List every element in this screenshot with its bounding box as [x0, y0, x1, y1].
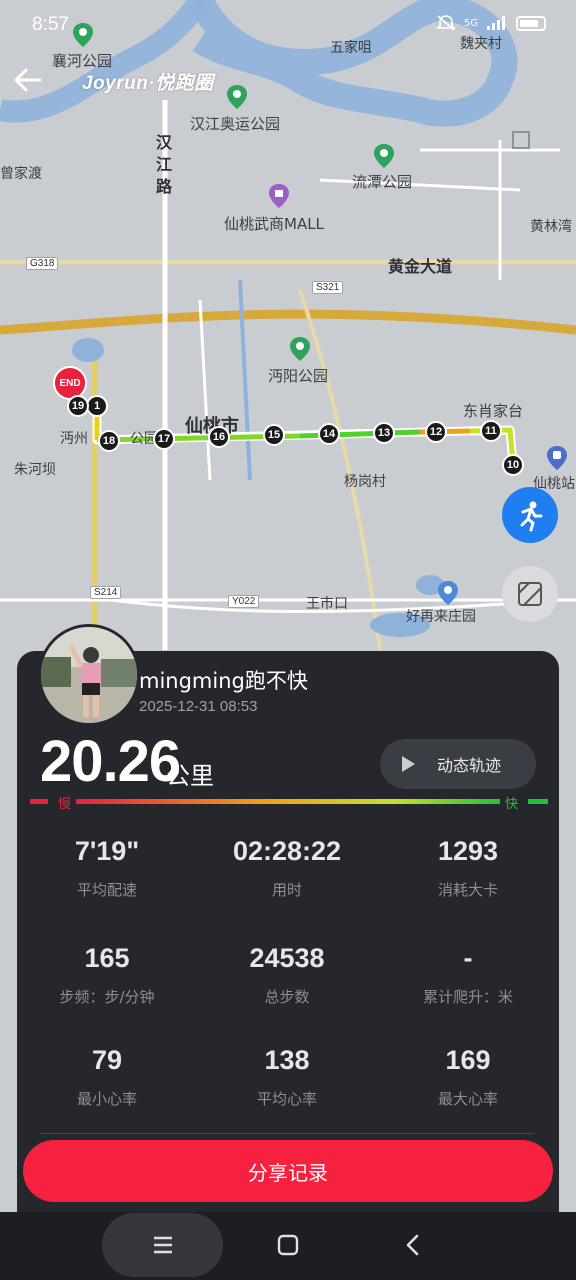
map-label: 流潭公园 [352, 173, 413, 191]
stat-value: 1293 [437, 836, 499, 866]
stat-avg-pace: 7'19" 平均配速 [17, 836, 197, 900]
route-node: 14 [318, 423, 340, 445]
park-pin-icon [374, 144, 394, 168]
run-datetime: 2025-12-31 08:53 [139, 698, 258, 715]
back-arrow-icon[interactable] [10, 62, 46, 98]
map-label: 沔州 [60, 431, 88, 447]
stat-avg-heart-rate: 138 平均心率 [197, 1045, 377, 1109]
avatar-photo [41, 627, 137, 723]
route-node: 12 [425, 421, 447, 443]
map-label: 汉江奥运公园 [190, 115, 281, 133]
stat-total-steps: 24538 总步数 [197, 943, 377, 1007]
stat-label: 用时 [271, 881, 302, 899]
stat-value: 138 [264, 1045, 310, 1075]
brand-logo: Joyrun·悦跑圈 [82, 73, 214, 94]
network-type: 5G [463, 17, 478, 29]
stat-elevation: - 累计爬升：米 [378, 943, 558, 1007]
mute-icon [435, 15, 456, 31]
route-node: 17 [153, 428, 175, 450]
map-label: 沔阳公园 [268, 367, 329, 385]
back-nav-icon[interactable] [402, 1232, 424, 1258]
stat-label: 累计爬升：米 [422, 988, 513, 1006]
stat-value: 79 [91, 1045, 123, 1075]
route-node: 11 [480, 420, 502, 442]
distance-value: 20.26 [40, 729, 181, 794]
runner-mode-button[interactable] [502, 487, 558, 543]
map-label: 仙桃武商MALL [224, 215, 324, 233]
stat-label: 最小心率 [76, 1090, 137, 1108]
status-time: 8:57 [32, 14, 69, 35]
menu-icon [154, 1236, 172, 1254]
stat-label: 消耗大卡 [437, 881, 498, 899]
route-node: 1 [86, 395, 108, 417]
stat-value: - [463, 943, 473, 973]
recent-apps-button[interactable] [102, 1213, 223, 1277]
stat-cadence: 165 步频：步/分钟 [17, 943, 197, 1007]
stat-label: 步频：步/分钟 [59, 988, 155, 1006]
map-label: 杨岗村 [344, 474, 386, 490]
map-label: 东肖家台 [463, 402, 524, 420]
route-node: 10 [502, 454, 524, 476]
building-icon [512, 131, 530, 149]
speed-slow-label: 慢 [58, 797, 72, 812]
route-node: 18 [98, 430, 120, 452]
status-bar: 8:57 5G [0, 0, 576, 52]
dynamic-track-button[interactable]: 动态轨迹 [380, 739, 536, 789]
route-node: 16 [208, 426, 230, 448]
park-pin-icon [290, 337, 310, 361]
station-pin-icon [547, 446, 567, 470]
location-pin-icon [438, 581, 458, 605]
map-label: 黄金大道 [388, 257, 453, 276]
route-node: 13 [373, 422, 395, 444]
map-style-button[interactable] [502, 566, 558, 622]
stat-calories: 1293 消耗大卡 [378, 836, 558, 900]
stat-value: 24538 [249, 943, 325, 973]
status-icons: 5G [435, 14, 546, 32]
road-badge: S321 [312, 281, 344, 294]
distance-unit: 公里 [166, 762, 214, 790]
map-label: 黄林湾 [530, 219, 572, 235]
stat-value: 02:28:22 [232, 836, 342, 866]
stat-label: 平均配速 [76, 881, 137, 899]
play-icon [402, 756, 415, 772]
card-divider [40, 1133, 535, 1134]
road-badge: Y022 [228, 595, 260, 608]
stat-min-heart-rate: 79 最小心率 [17, 1045, 197, 1109]
speed-gradient-bar [30, 799, 548, 804]
route-node: 19 [67, 395, 89, 417]
battery-icon [516, 15, 546, 31]
stat-max-heart-rate: 169 最大心率 [378, 1045, 558, 1109]
map-label: 曾家渡 [0, 166, 42, 182]
speed-fast-label: 快 [505, 797, 519, 812]
share-record-button[interactable]: 分享记录 [23, 1140, 553, 1202]
stat-label: 最大心率 [437, 1090, 498, 1108]
app-header: Joyrun·悦跑圈 [0, 56, 576, 106]
stat-label: 总步数 [264, 988, 310, 1006]
road-badge: G318 [26, 257, 59, 270]
user-avatar[interactable] [38, 624, 140, 726]
mall-pin-icon [269, 184, 289, 208]
signal-icon [487, 16, 505, 30]
username: mingming跑不快 [139, 669, 308, 693]
stat-value: 165 [84, 943, 130, 973]
map-label: 汉江路 [156, 133, 173, 196]
map-label: 王市口 [306, 596, 348, 612]
dynamic-track-label: 动态轨迹 [437, 756, 502, 775]
road-badge: S214 [90, 586, 122, 599]
map-label: 好再来庄园 [406, 609, 476, 625]
stat-label: 平均心率 [256, 1090, 317, 1108]
runner-icon [520, 501, 543, 532]
map-label: 朱河坝 [14, 462, 56, 478]
stat-value: 7'19" [74, 836, 140, 866]
stat-duration: 02:28:22 用时 [197, 836, 377, 900]
route-node: 15 [263, 424, 285, 446]
stat-value: 169 [445, 1045, 491, 1075]
map-toggle-icon [518, 582, 542, 606]
home-square-icon[interactable] [276, 1233, 300, 1257]
